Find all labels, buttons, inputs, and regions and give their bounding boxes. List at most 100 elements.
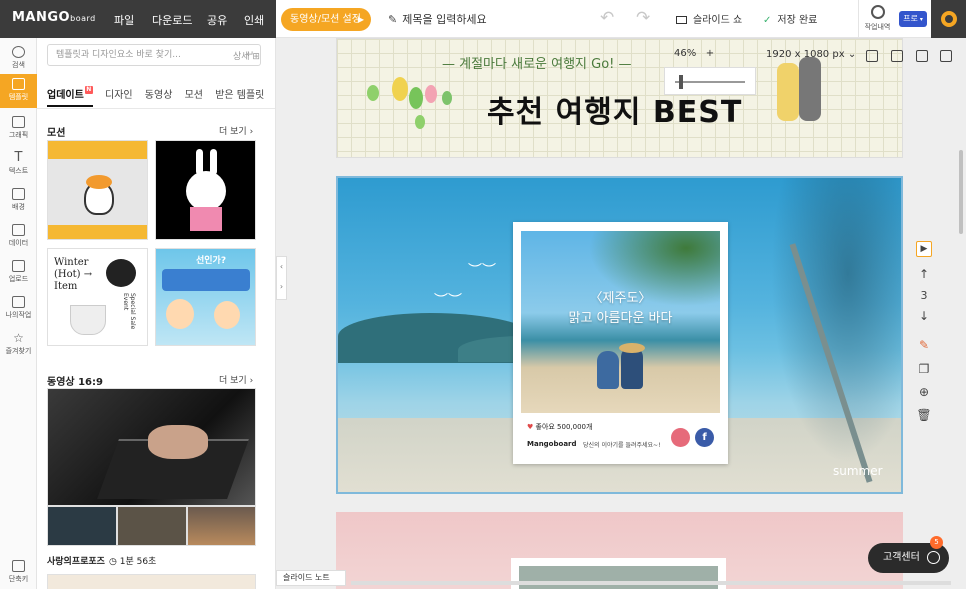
rail-background[interactable]: 배경 bbox=[0, 184, 37, 218]
redo-icon[interactable]: ↷ bbox=[636, 8, 650, 28]
tree-illustration bbox=[415, 115, 425, 129]
winter-item-text: Winter (Hot) → Item bbox=[54, 257, 93, 292]
divider bbox=[37, 108, 275, 109]
tab-motion[interactable]: 모션 bbox=[185, 86, 203, 105]
rail-search[interactable]: 검색 bbox=[0, 42, 37, 76]
detail-search-button[interactable]: 상세 ⊞ bbox=[233, 49, 260, 62]
rail-favorites[interactable]: ☆ 즐겨찾기 bbox=[0, 328, 37, 362]
chart-icon bbox=[12, 224, 25, 236]
video-thumb-next[interactable] bbox=[47, 574, 256, 589]
history-button[interactable]: 작업내역 bbox=[858, 0, 896, 38]
instagram-card[interactable]: 〈제주도〉 맑고 아름다운 바다 ♥ 좋아요 500,000개 Mangoboa… bbox=[513, 222, 728, 464]
facebook-icon[interactable]: f bbox=[695, 428, 714, 447]
collapse-panel-handle[interactable]: ‹ › bbox=[276, 256, 287, 300]
instagram-icon[interactable] bbox=[671, 428, 690, 447]
beanie-illustration bbox=[106, 259, 136, 287]
chevron-up-icon[interactable]: ↑ bbox=[916, 267, 932, 281]
account-name: Mangoboard bbox=[527, 440, 577, 448]
gear-icon bbox=[941, 11, 957, 27]
menu-download[interactable]: 다운로드 bbox=[152, 12, 192, 28]
tree-illustration bbox=[367, 85, 379, 101]
video-more-link[interactable]: 더 보기 › bbox=[219, 373, 253, 386]
template-thumb-ice-fishing[interactable]: 선인가? bbox=[155, 248, 256, 346]
canvas-size-select[interactable]: 1920 x 1080 px ⌄ bbox=[766, 49, 856, 60]
tree-illustration bbox=[442, 91, 452, 105]
rail-graphics[interactable]: 그래픽 bbox=[0, 112, 37, 146]
card-title-place[interactable]: 〈제주도〉 bbox=[521, 287, 720, 306]
trash-icon[interactable]: 🗑 bbox=[916, 408, 932, 422]
video-thumb-camera[interactable] bbox=[47, 506, 117, 546]
couple-illustration bbox=[777, 63, 799, 121]
zoom-slider-handle[interactable] bbox=[679, 75, 683, 89]
zoom-in-icon[interactable]: + bbox=[706, 48, 714, 59]
play-icon: ▶ bbox=[357, 15, 364, 24]
slideshow-button[interactable]: 슬라이드 쇼 bbox=[676, 11, 742, 26]
rail-shortcuts[interactable]: 단축키 bbox=[0, 556, 37, 589]
add-slide-icon[interactable]: ⊕ bbox=[916, 385, 932, 399]
save-status: ✓ 저장 완료 bbox=[763, 15, 818, 26]
video-thumb-laptop[interactable] bbox=[47, 388, 256, 506]
card-title-desc[interactable]: 맑고 아름다운 바다 bbox=[521, 307, 720, 326]
slide-3[interactable] bbox=[336, 512, 903, 589]
design-canvas[interactable]: ‹ › — 계절마다 새로운 여행지 Go! — 추천 여행지 BEST 46% … bbox=[276, 38, 966, 589]
undo-icon[interactable]: ↶ bbox=[600, 8, 614, 28]
tab-design[interactable]: 디자인 bbox=[105, 86, 133, 105]
slide1-subtitle[interactable]: — 계절마다 새로운 여행지 Go! — bbox=[442, 53, 632, 72]
tab-video[interactable]: 동영상 bbox=[145, 86, 173, 105]
rail-data[interactable]: 데이터 bbox=[0, 220, 37, 254]
video-motion-settings-button[interactable]: 동영상/모션 설정 ▶ bbox=[281, 8, 371, 31]
rail-upload[interactable]: 업로드 bbox=[0, 256, 37, 290]
tree-illustration bbox=[409, 87, 423, 109]
tab-received-templates[interactable]: 받은 템플릿 bbox=[215, 86, 264, 105]
jeju-beach-photo[interactable]: 〈제주도〉 맑고 아름다운 바다 bbox=[521, 231, 720, 413]
clock-icon: ◷ bbox=[109, 557, 117, 567]
template-thumb-rabbit[interactable] bbox=[155, 140, 256, 240]
menu-file[interactable]: 파일 bbox=[114, 12, 134, 28]
grid-view-icon[interactable] bbox=[940, 50, 952, 62]
play-slide-button[interactable]: ▶ bbox=[916, 241, 932, 257]
menu-share[interactable]: 공유 bbox=[207, 12, 227, 28]
rail-text[interactable]: T 텍스트 bbox=[0, 148, 37, 182]
template-thumb-character-lamp[interactable] bbox=[47, 140, 148, 240]
check-icon: ✓ bbox=[763, 15, 772, 26]
template-panel: 템플릿과 디자인요소 바로 찾기... ↵ 상세 ⊞ 업데이트N 디자인 동영상 … bbox=[37, 38, 276, 589]
zoom-slider-popup[interactable] bbox=[664, 67, 756, 95]
zoom-level[interactable]: 46% + bbox=[674, 48, 714, 59]
video-duration: ◷ 1분 56초 bbox=[109, 557, 157, 567]
slide-number: 3 bbox=[920, 289, 928, 302]
template-thumb-winter-item[interactable]: Winter (Hot) → Item Special Sale Event bbox=[47, 248, 148, 346]
pencil-icon: ✎ bbox=[388, 13, 398, 26]
star-icon: ☆ bbox=[13, 331, 24, 345]
chevron-down-icon[interactable]: ↓ bbox=[916, 309, 932, 323]
summer-brand[interactable]: summer bbox=[833, 464, 883, 478]
menu-print[interactable]: 인쇄 bbox=[244, 12, 264, 28]
chart-panel-icon[interactable] bbox=[916, 50, 928, 62]
motion-more-link[interactable]: 더 보기 › bbox=[219, 124, 253, 137]
heart-icon: ♥ bbox=[527, 423, 534, 431]
person-illustration bbox=[597, 351, 619, 389]
video-thumb-film[interactable] bbox=[117, 506, 187, 546]
title-input[interactable]: ✎ 제목을 입력하세요 bbox=[388, 11, 487, 27]
keyboard-icon bbox=[12, 560, 25, 572]
duplicate-icon[interactable]: ❐ bbox=[916, 362, 932, 376]
tab-update[interactable]: 업데이트N bbox=[47, 86, 93, 107]
left-rail: 검색 템플릿 그래픽 T 텍스트 배경 데이터 업로드 나의작업 ☆ 즐겨찾기 단축… bbox=[0, 38, 37, 589]
layers-icon[interactable] bbox=[866, 50, 878, 62]
horizontal-scrollbar[interactable] bbox=[351, 581, 951, 585]
slide-2[interactable]: ︶︶ ︶︶ summer 〈제주도〉 맑고 아름다운 바다 ♥ 좋아요 500,… bbox=[336, 176, 903, 494]
video-thumb-sunset[interactable] bbox=[187, 506, 256, 546]
rail-my-work[interactable]: 나의작업 bbox=[0, 292, 37, 326]
mangoboard-logo[interactable]: MANGOboard bbox=[12, 10, 96, 25]
rail-templates[interactable]: 템플릿 bbox=[0, 74, 37, 108]
plan-badge[interactable]: 프로 ▾ bbox=[899, 11, 927, 27]
top-bar-dark-section: MANGOboard 파일 다운로드 공유 인쇄 bbox=[0, 0, 276, 38]
mug-illustration bbox=[70, 305, 106, 335]
fit-screen-icon[interactable] bbox=[891, 50, 903, 62]
vertical-scrollbar[interactable] bbox=[959, 150, 963, 234]
graphic-icon bbox=[12, 116, 25, 128]
settings-button[interactable] bbox=[931, 0, 966, 38]
slide-note-button[interactable]: 슬라이드 노트 bbox=[276, 570, 346, 586]
monitor-icon bbox=[676, 16, 687, 24]
magic-wand-icon[interactable]: ✎ bbox=[916, 338, 932, 352]
template-search-input[interactable]: 템플릿과 디자인요소 바로 찾기... ↵ bbox=[47, 44, 261, 66]
